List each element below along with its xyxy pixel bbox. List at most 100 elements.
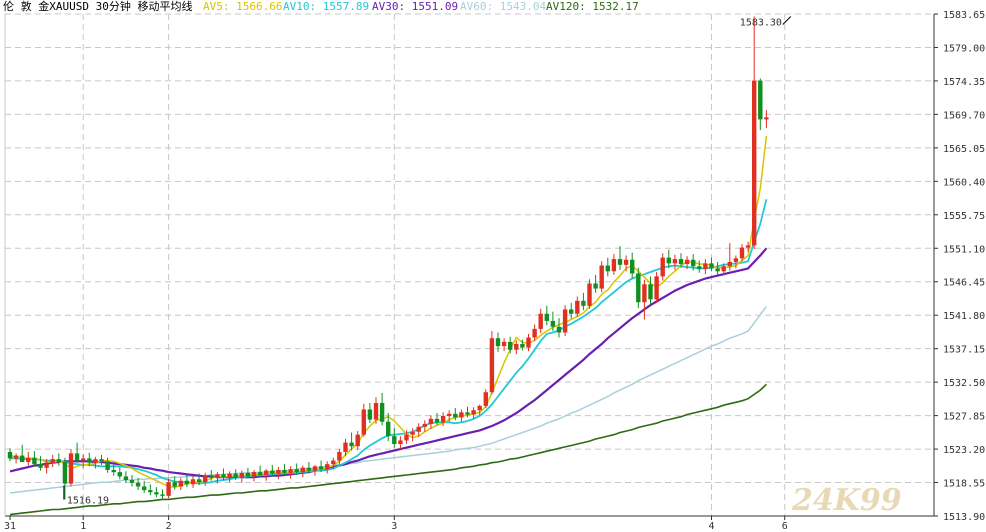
candle-body bbox=[294, 469, 299, 473]
candle-body bbox=[264, 470, 269, 475]
candle-body bbox=[520, 343, 525, 348]
y-tick-label: 1523.20 bbox=[943, 445, 985, 456]
y-tick-label: 1537.15 bbox=[943, 345, 985, 356]
candle bbox=[636, 267, 641, 309]
candle bbox=[562, 305, 568, 337]
chart-header: 伦 敦 金XAUUSD 30分钟 移动平均线 AV5: 1566.66 AV10:… bbox=[3, 0, 639, 13]
candle-body bbox=[160, 494, 165, 496]
candle-body bbox=[166, 482, 171, 496]
y-tick-label: 1513.90 bbox=[943, 512, 985, 523]
candle-body bbox=[148, 490, 153, 493]
legend-av5: AV5: 1566.66 bbox=[203, 0, 282, 13]
candle-body bbox=[111, 469, 116, 473]
y-tick-label: 1574.35 bbox=[943, 77, 985, 88]
candle-body bbox=[721, 266, 726, 272]
candle-body bbox=[203, 475, 208, 483]
low-price-label: 1516.19 bbox=[67, 496, 109, 507]
candle-body bbox=[300, 467, 305, 473]
candle-body bbox=[172, 482, 177, 487]
candle-body bbox=[404, 434, 409, 441]
candle-body bbox=[745, 245, 751, 248]
candle-body bbox=[117, 472, 122, 477]
candle-body bbox=[32, 457, 37, 465]
y-tick-label: 1579.00 bbox=[943, 43, 985, 54]
candle-body bbox=[465, 412, 470, 415]
candle-body bbox=[764, 117, 769, 120]
candle-body bbox=[483, 392, 488, 406]
candle-body bbox=[550, 320, 556, 327]
candle-body bbox=[379, 403, 385, 422]
candle-body bbox=[367, 409, 373, 420]
candle-body bbox=[288, 469, 293, 473]
candle-body bbox=[556, 326, 562, 333]
y-tick-label: 1527.85 bbox=[943, 412, 985, 423]
candle-body bbox=[221, 474, 226, 478]
candle-body bbox=[733, 258, 739, 262]
candle-body bbox=[678, 259, 684, 265]
candle-body bbox=[233, 473, 238, 478]
watermark-24k99: 24K99 bbox=[791, 483, 902, 518]
candle-body bbox=[477, 405, 482, 411]
candle-body bbox=[593, 283, 598, 289]
candle-body bbox=[575, 300, 580, 314]
candle-body bbox=[672, 259, 678, 264]
candle-body bbox=[709, 263, 714, 269]
candle-body bbox=[392, 436, 397, 445]
candle-body bbox=[105, 461, 110, 470]
candle-body bbox=[471, 410, 476, 415]
candle-body bbox=[20, 455, 25, 463]
candle-body bbox=[154, 492, 159, 495]
candle-body bbox=[562, 309, 568, 333]
candle-body bbox=[99, 459, 104, 462]
candle-body bbox=[648, 284, 653, 300]
candle-body bbox=[642, 284, 647, 303]
candle bbox=[654, 272, 659, 303]
candle-body bbox=[636, 273, 641, 303]
x-tick-label: 2 bbox=[166, 521, 172, 532]
candle-body bbox=[337, 451, 342, 461]
candle-body bbox=[532, 328, 537, 338]
candle-body bbox=[257, 472, 263, 475]
x-tick-label: 6 bbox=[782, 521, 788, 532]
candle-body bbox=[416, 426, 421, 432]
candle-body bbox=[410, 431, 415, 435]
candle-body bbox=[495, 338, 501, 347]
candle-body bbox=[599, 265, 604, 289]
y-tick-label: 1551.10 bbox=[943, 244, 985, 255]
candle-body bbox=[355, 434, 360, 447]
candle-body bbox=[569, 309, 574, 314]
candle-body bbox=[691, 259, 696, 267]
candle-body bbox=[245, 472, 251, 477]
y-tick-label: 1541.80 bbox=[943, 311, 985, 322]
candle-body bbox=[318, 466, 324, 470]
candle-body bbox=[44, 463, 49, 468]
y-tick-label: 1532.50 bbox=[943, 378, 985, 389]
candle-body bbox=[453, 413, 458, 418]
candle-body bbox=[312, 466, 318, 471]
candle bbox=[68, 449, 74, 487]
candle-body bbox=[666, 257, 671, 264]
candle-body bbox=[349, 442, 354, 447]
candle-body bbox=[611, 259, 617, 272]
y-tick-label: 1583.65 bbox=[943, 10, 985, 21]
candle-body bbox=[26, 457, 31, 463]
candle-body bbox=[660, 257, 665, 277]
x-tick-label: 31 bbox=[4, 521, 16, 532]
candle-body bbox=[282, 469, 287, 473]
candle-body bbox=[93, 459, 98, 463]
candle-body bbox=[422, 423, 427, 427]
candle-body bbox=[135, 482, 141, 487]
candle-body bbox=[190, 479, 196, 485]
candle-body bbox=[215, 474, 220, 478]
candle-body bbox=[428, 418, 434, 424]
candle-body bbox=[62, 462, 68, 484]
candle-body bbox=[514, 343, 519, 350]
candle-body bbox=[13, 455, 19, 459]
y-tick-label: 1555.75 bbox=[943, 211, 985, 222]
candle-body bbox=[184, 480, 190, 485]
candle-body bbox=[276, 469, 281, 474]
candle bbox=[587, 279, 592, 309]
candle-body bbox=[459, 412, 464, 418]
candle-body bbox=[727, 261, 732, 267]
y-tick-label: 1565.05 bbox=[943, 144, 985, 155]
